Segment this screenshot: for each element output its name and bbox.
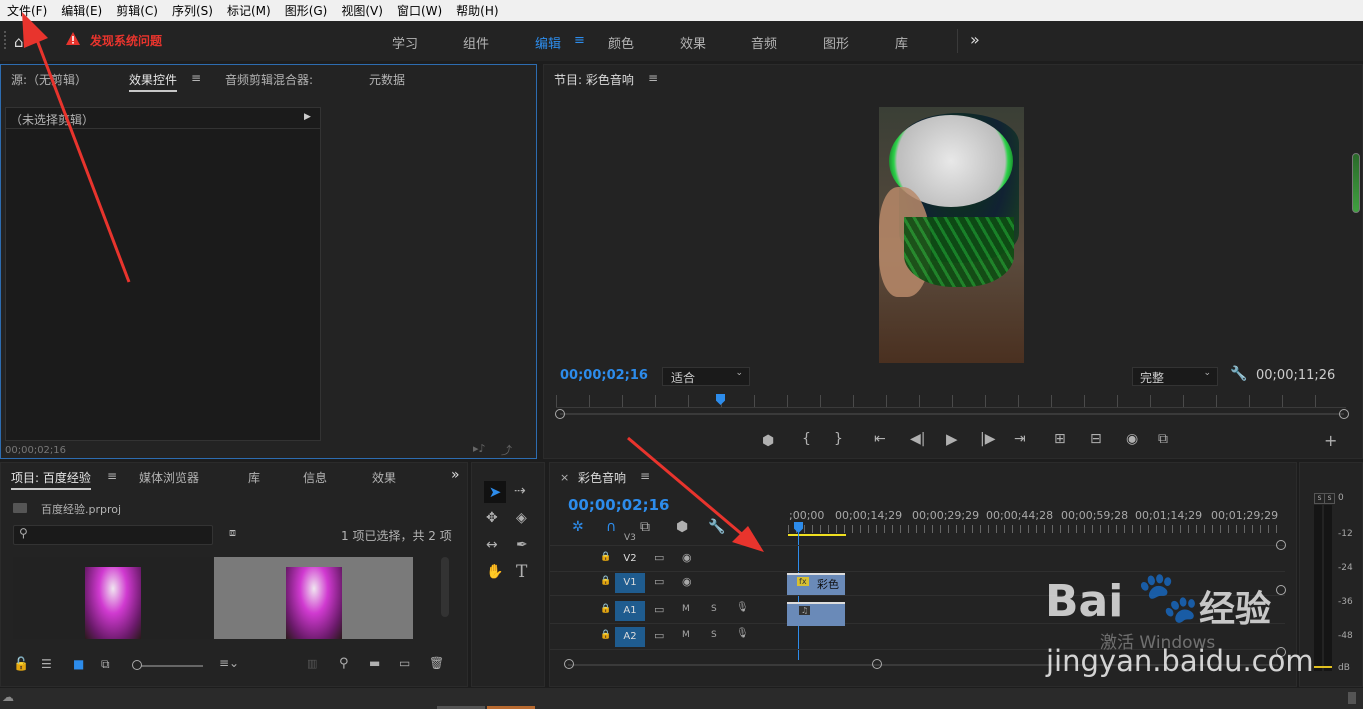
arrow-to-file-menu: [22, 12, 131, 283]
annotation-arrows: [22, 12, 764, 552]
arrow-to-timeline: [627, 436, 764, 552]
